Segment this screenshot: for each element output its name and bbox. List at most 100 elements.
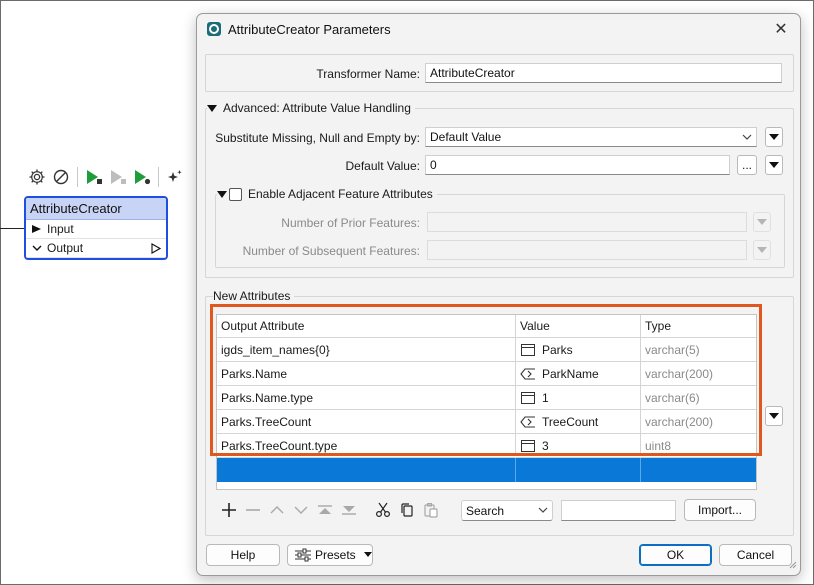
cancel-button[interactable]: Cancel: [719, 544, 792, 566]
selected-empty-row[interactable]: [217, 458, 756, 482]
subsequent-features-label: Number of Subsequent Features:: [242, 244, 420, 258]
attributecreator-node[interactable]: AttributeCreator Input Output: [24, 196, 168, 260]
value-cell[interactable]: Parks: [516, 338, 640, 361]
table-row[interactable]: Parks.TreeCount.type 3 uint8: [217, 434, 756, 458]
resize-grip-icon[interactable]: [787, 558, 797, 572]
constant-icon: [520, 391, 536, 405]
dropdown-triangle-icon: [769, 413, 779, 419]
subsequent-features-input[interactable]: [427, 240, 747, 260]
attribute-icon: [520, 415, 536, 429]
move-down-icon[interactable]: [291, 500, 311, 520]
table-toolbar: [219, 498, 441, 522]
default-value-label: Default Value:: [345, 159, 421, 173]
table-row[interactable]: igds_item_names{0} Parks varchar(5): [217, 338, 756, 362]
table-header: Output Attribute Value Type: [217, 315, 756, 338]
search-select[interactable]: Search: [461, 500, 553, 521]
gear-icon[interactable]: [26, 166, 48, 188]
collapse-triangle-icon[interactable]: [217, 190, 227, 198]
sparkle-icon[interactable]: [164, 166, 186, 188]
collapse-triangle-icon: [207, 104, 217, 112]
type-cell[interactable]: varchar(6): [641, 386, 757, 409]
table-row[interactable]: Parks.Name ParkName varchar(200): [217, 362, 756, 386]
app-icon: [207, 22, 221, 36]
move-bottom-icon[interactable]: [339, 500, 359, 520]
chevron-down-icon: [742, 130, 752, 147]
dropdown-triangle-icon: [363, 552, 372, 558]
header-output-attribute[interactable]: Output Attribute: [217, 315, 515, 337]
run-from-icon[interactable]: [107, 166, 129, 188]
value-cell[interactable]: 3: [516, 434, 640, 457]
column-divider: [640, 315, 641, 456]
dropdown-triangle-icon: [757, 219, 767, 225]
close-icon[interactable]: ✕: [770, 18, 792, 40]
attributes-menu-button[interactable]: [765, 406, 783, 426]
disable-icon[interactable]: [50, 166, 72, 188]
output-port[interactable]: Output: [26, 239, 166, 258]
constant-icon: [520, 439, 536, 453]
presets-button[interactable]: Presets: [287, 544, 373, 566]
prior-features-menu-button[interactable]: [753, 212, 771, 232]
paste-icon[interactable]: [421, 500, 441, 520]
copy-icon[interactable]: [397, 500, 417, 520]
sliders-icon: [294, 548, 312, 562]
value-cell[interactable]: 1: [516, 386, 640, 409]
type-cell[interactable]: varchar(200): [641, 362, 757, 385]
dropdown-triangle-icon: [769, 134, 779, 140]
header-type[interactable]: Type: [641, 315, 757, 337]
substitute-menu-button[interactable]: [765, 127, 783, 147]
type-cell[interactable]: varchar(5): [641, 338, 757, 361]
substitute-label: Substitute Missing, Null and Empty by:: [215, 131, 420, 145]
node-toolbar: [26, 164, 186, 190]
ok-button[interactable]: OK: [639, 544, 712, 566]
parameters-dialog: AttributeCreator Parameters ✕ Transforme…: [196, 13, 801, 576]
default-value-input[interactable]: 0: [425, 155, 730, 175]
move-top-icon[interactable]: [315, 500, 335, 520]
output-port-icon: [151, 243, 162, 257]
substitute-select[interactable]: Default Value: [425, 127, 757, 147]
default-value-menu-button[interactable]: [765, 155, 783, 175]
attribute-cell[interactable]: igds_item_names{0}: [217, 338, 515, 361]
import-label: Import...: [697, 503, 742, 517]
attribute-cell[interactable]: Parks.Name: [217, 362, 515, 385]
adjacent-section-header: Enable Adjacent Feature Attributes: [217, 187, 437, 201]
filter-input[interactable]: [561, 500, 676, 521]
table-row[interactable]: Parks.Name.type 1 varchar(6): [217, 386, 756, 410]
header-value[interactable]: Value: [516, 315, 640, 337]
type-cell[interactable]: uint8: [641, 434, 757, 457]
adjacent-checkbox[interactable]: [229, 187, 242, 201]
new-attributes-header: New Attributes: [213, 289, 295, 303]
attribute-cell[interactable]: Parks.Name.type: [217, 386, 515, 409]
type-cell[interactable]: varchar(200): [641, 410, 757, 433]
advanced-section-header[interactable]: Advanced: Attribute Value Handling: [207, 101, 415, 115]
run-partial-icon[interactable]: [131, 166, 153, 188]
attribute-cell[interactable]: Parks.TreeCount: [217, 410, 515, 433]
default-value-ellipsis-button[interactable]: ...: [737, 155, 757, 175]
prior-features-label: Number of Prior Features:: [281, 216, 420, 230]
chevron-down-icon[interactable]: [30, 244, 44, 252]
input-port[interactable]: Input: [26, 220, 166, 239]
value-text: TreeCount: [542, 414, 599, 429]
cut-icon[interactable]: [373, 500, 393, 520]
add-icon[interactable]: [219, 500, 239, 520]
remove-icon[interactable]: [243, 500, 263, 520]
ellipsis-label: ...: [741, 158, 752, 172]
table-row[interactable]: Parks.TreeCount TreeCount varchar(200): [217, 410, 756, 434]
search-select-value: Search: [466, 503, 505, 518]
advanced-section-label: Advanced: Attribute Value Handling: [223, 101, 411, 115]
run-to-icon[interactable]: [83, 166, 105, 188]
help-label: Help: [230, 548, 256, 562]
import-button[interactable]: Import...: [684, 499, 756, 521]
value-cell[interactable]: TreeCount: [516, 410, 640, 433]
attributes-table[interactable]: Output Attribute Value Type igds_item_na…: [216, 314, 757, 490]
transformer-name-input[interactable]: AttributeCreator: [425, 63, 782, 83]
chevron-down-icon: [538, 503, 548, 520]
value-cell[interactable]: ParkName: [516, 362, 640, 385]
subsequent-features-menu-button[interactable]: [753, 240, 771, 260]
dropdown-triangle-icon: [757, 247, 767, 253]
presets-label: Presets: [315, 548, 356, 562]
move-up-icon[interactable]: [267, 500, 287, 520]
cancel-label: Cancel: [736, 548, 775, 562]
attribute-cell[interactable]: Parks.TreeCount.type: [217, 434, 515, 457]
help-button[interactable]: Help: [206, 544, 280, 566]
prior-features-input[interactable]: [427, 212, 747, 232]
